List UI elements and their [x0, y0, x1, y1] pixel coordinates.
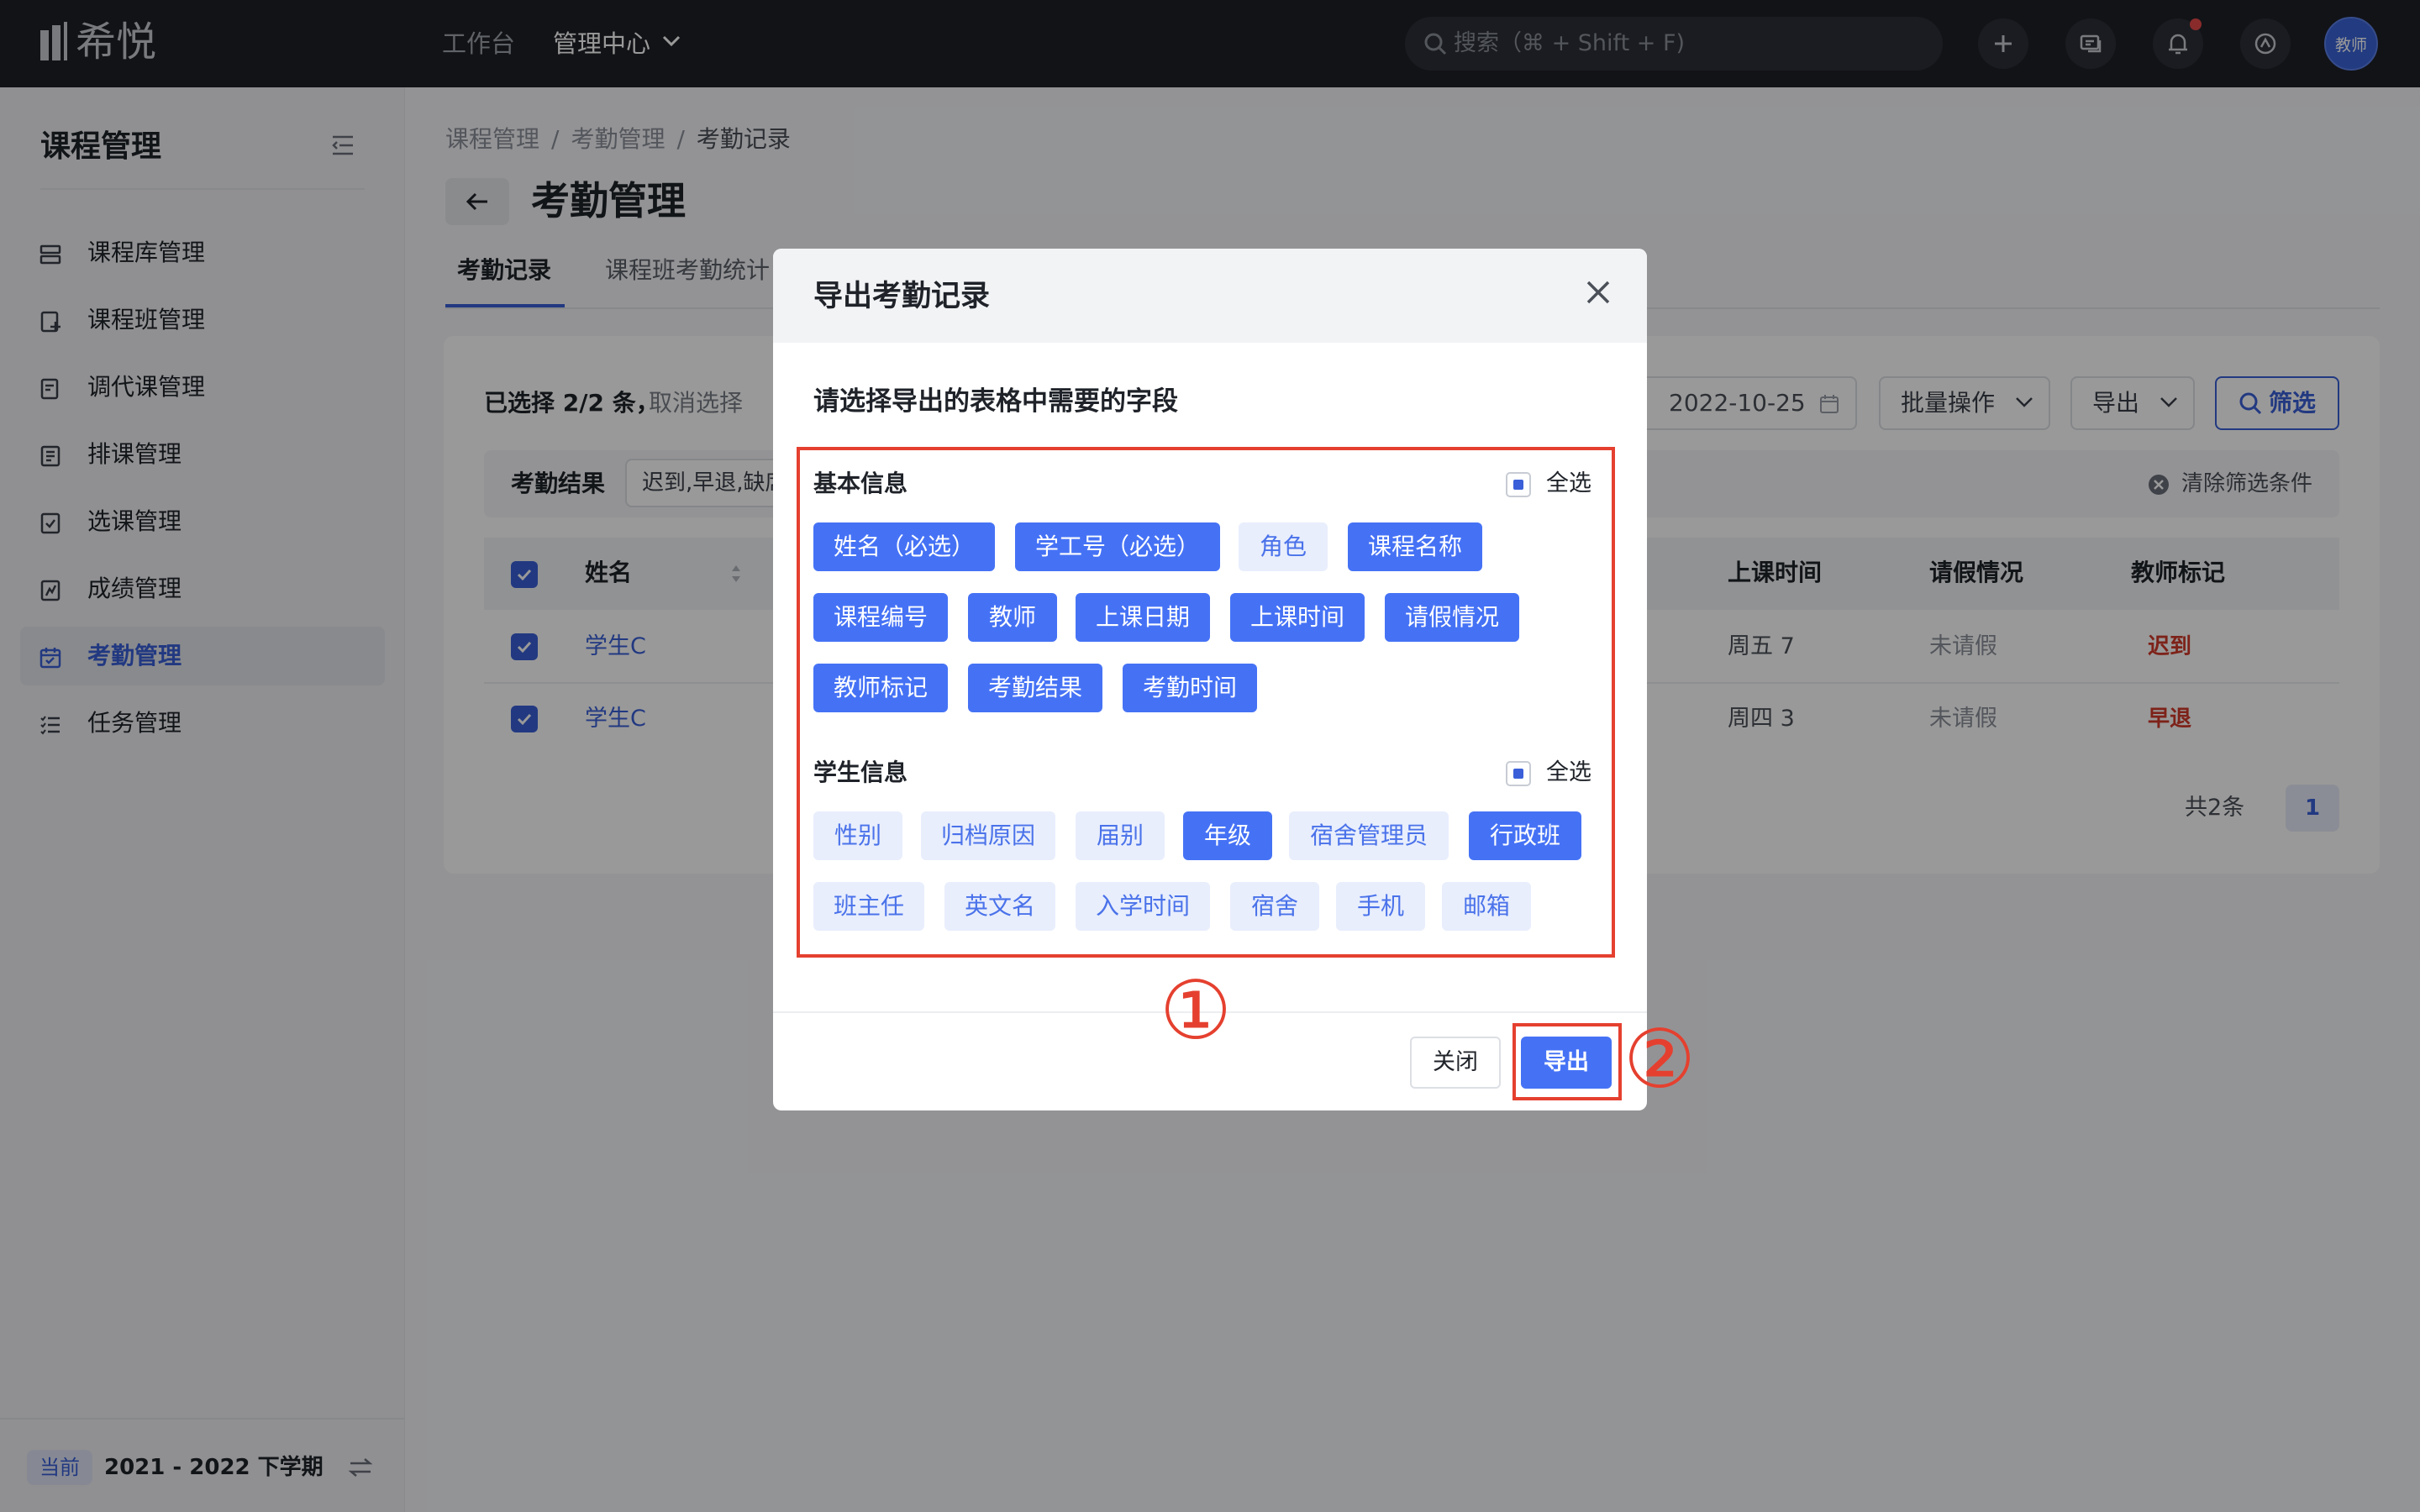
close-icon[interactable]	[1585, 279, 1612, 306]
annotation-box-export	[1512, 1023, 1622, 1100]
dialog-title: 导出考勤记录	[813, 280, 991, 313]
annotation-step-1: ①	[1160, 963, 1233, 1058]
close-button[interactable]: 关闭	[1410, 1037, 1501, 1089]
annotation-box-fields	[797, 447, 1615, 958]
dialog-prompt: 请选择导出的表格中需要的字段	[813, 386, 1178, 417]
annotation-step-2: ②	[1623, 1012, 1697, 1106]
